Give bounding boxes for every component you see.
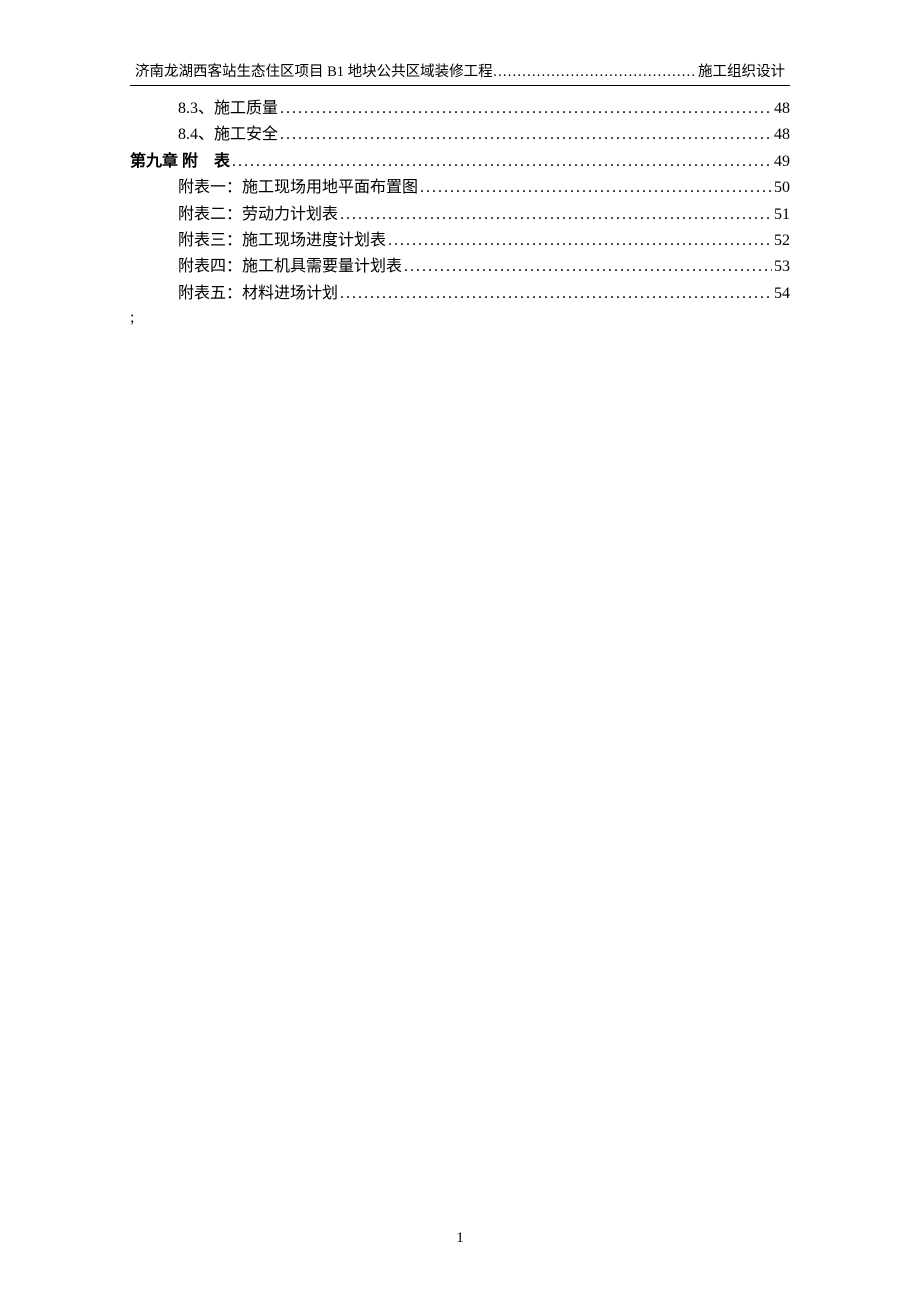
toc-leader-dots: ........................................… xyxy=(404,254,772,280)
toc-entry: 附表三：施工现场进度计划表...........................… xyxy=(130,228,790,254)
toc-leader-dots: ........................................… xyxy=(388,228,772,254)
toc-leader-dots: ........................................… xyxy=(232,149,772,175)
toc-entry-page: 48 xyxy=(774,122,790,148)
toc-entry-label: 第九章 附 表 xyxy=(130,149,230,175)
page-number: 1 xyxy=(0,1230,920,1247)
header-doc-type: 施工组织设计 xyxy=(698,60,785,81)
toc-entry-label: 附表四：施工机具需要量计划表 xyxy=(178,254,402,280)
toc-entry-page: 51 xyxy=(774,202,790,228)
toc-leader-dots: ........................................… xyxy=(420,175,772,201)
toc-entry-label: 8.3、施工质量 xyxy=(178,96,278,122)
toc-entry: 附表四：施工机具需要量计划表..........................… xyxy=(130,254,790,280)
page-header: 济南龙湖西客站生态住区项目 B1 地块公共区域装修工程 ………………………………… xyxy=(80,60,840,81)
toc-entry-page: 54 xyxy=(774,281,790,307)
toc-entry: 8.3、施工质量................................… xyxy=(130,96,790,122)
toc-leader-dots: ........................................… xyxy=(280,122,772,148)
document-page: 济南龙湖西客站生态住区项目 B1 地块公共区域装修工程 ………………………………… xyxy=(0,0,920,367)
toc-leader-dots: ........................................… xyxy=(340,202,772,228)
toc-entry-label: 附表三：施工现场进度计划表 xyxy=(178,228,386,254)
toc-entry-label: 附表五：材料进场计划 xyxy=(178,281,338,307)
toc-entry-page: 53 xyxy=(774,254,790,280)
header-project-name: 济南龙湖西客站生态住区项目 B1 地块公共区域装修工程 xyxy=(135,60,493,81)
toc-entry-page: 52 xyxy=(774,228,790,254)
toc-entry-page: 48 xyxy=(774,96,790,122)
toc-entry: 附表一：施工现场用地平面布置图.........................… xyxy=(130,175,790,201)
table-of-contents: 8.3、施工质量................................… xyxy=(80,96,840,307)
toc-entry-label: 附表一：施工现场用地平面布置图 xyxy=(178,175,418,201)
toc-entry: 附表五：材料进场计划..............................… xyxy=(130,281,790,307)
toc-leader-dots: ........................................… xyxy=(340,281,772,307)
toc-entry-label: 8.4、施工安全 xyxy=(178,122,278,148)
toc-entry: 8.4、施工安全................................… xyxy=(130,122,790,148)
toc-entry-label: 附表二：劳动力计划表 xyxy=(178,202,338,228)
toc-entry: 附表二：劳动力计划表..............................… xyxy=(130,202,790,228)
toc-leader-dots: ........................................… xyxy=(280,96,772,122)
header-rule xyxy=(130,85,790,86)
toc-entry: 第九章 附 表.................................… xyxy=(130,149,790,175)
toc-entry-page: 49 xyxy=(774,149,790,175)
header-separator-dots: …………………………………… xyxy=(493,64,698,81)
toc-entry-page: 50 xyxy=(774,175,790,201)
stray-semicolon: ; xyxy=(80,309,840,327)
